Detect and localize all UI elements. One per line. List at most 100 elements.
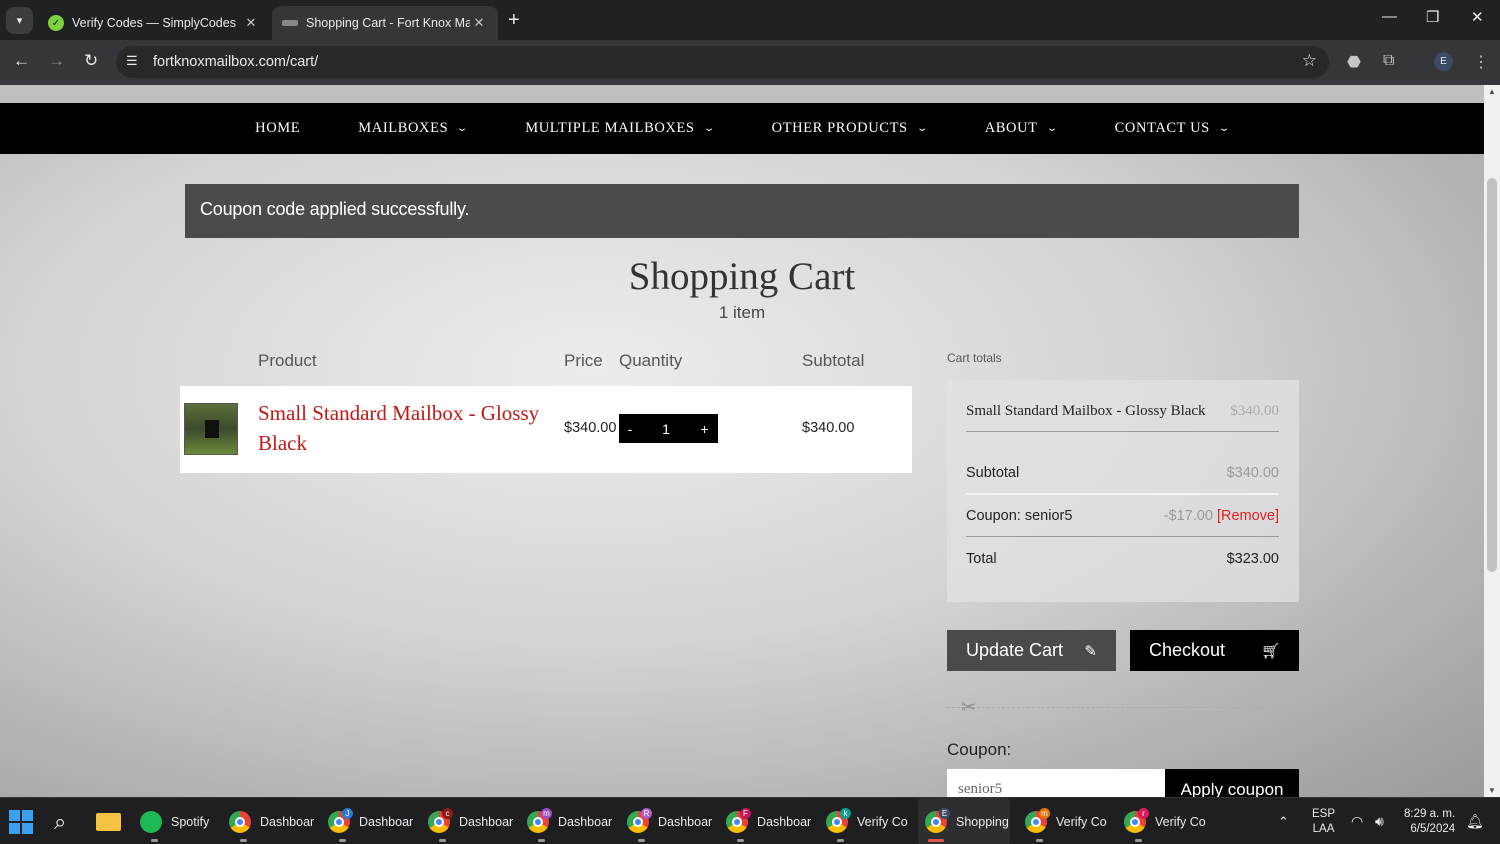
start-button[interactable] <box>9 798 33 844</box>
wifi-icon[interactable]: ◠ <box>1351 798 1363 844</box>
taskbar-app-chrome[interactable]: R Dashboar <box>627 798 712 844</box>
profile-badge: m <box>541 807 552 819</box>
address-bar[interactable]: ☰ fortknoxmailbox.com/cart/ ☆ <box>116 46 1329 78</box>
taskbar-app-chrome[interactable]: k Verify Co <box>826 798 911 844</box>
chrome-icon: F <box>726 807 751 833</box>
site-info-icon[interactable]: ☰ <box>126 53 138 69</box>
nav-about[interactable]: ABOUT ⌄ <box>956 120 1086 137</box>
tab-title: Shopping Cart - Fort Knox Mail <box>306 16 470 30</box>
taskbar-app-label: Verify Co <box>857 814 908 829</box>
search-icon[interactable]: ⌕ <box>54 798 66 844</box>
taskbar-app-label: Verify Co <box>1155 814 1206 829</box>
item-count: 1 item <box>718 303 766 322</box>
product-thumbnail[interactable] <box>184 403 238 455</box>
clock-time: 8:29 a. m. <box>1404 807 1456 820</box>
taskbar-app-chrome[interactable]: J Dashboar <box>328 798 413 844</box>
taskbar-app-chrome[interactable]: m Verify Co <box>1025 798 1110 844</box>
remove-coupon-link[interactable]: [Remove] <box>1217 508 1279 524</box>
taskbar-app-chrome[interactable]: Dashboar <box>229 798 314 844</box>
nav-label: CONTACT US <box>1114 120 1210 136</box>
clock[interactable]: 8:29 a. m. 6/5/2024 <box>1404 798 1455 844</box>
fortknox-favicon-icon <box>282 20 298 26</box>
taskbar-app-chrome[interactable]: F Dashboar <box>726 798 811 844</box>
nav-multiple-mailboxes[interactable]: MULTIPLE MAILBOXES ⌄ <box>496 120 742 137</box>
totals-product-row: Small Standard Mailbox - Glossy Black $3… <box>966 403 1279 420</box>
checkout-label: Checkout <box>1149 640 1226 660</box>
coupon-label: Coupon: <box>947 740 1012 759</box>
scroll-down-icon[interactable]: ▼ <box>1488 786 1496 795</box>
chevron-down-icon: ⌄ <box>915 123 929 134</box>
language-code: ESP <box>1312 807 1336 820</box>
taskbar-app-chrome[interactable]: r Verify Co <box>1124 798 1209 844</box>
coupon-notice: Coupon code applied successfully. <box>185 184 1299 238</box>
taskbar-app-label: Shopping <box>956 814 1009 829</box>
new-tab-icon[interactable]: + <box>508 9 520 32</box>
apply-coupon-button[interactable]: Apply coupon <box>1165 769 1299 797</box>
scroll-up-icon[interactable]: ▲ <box>1488 87 1496 96</box>
page-content: HOME MAILBOXES ⌄ MULTIPLE MAILBOXES ⌄ OTHE… <box>0 85 1484 797</box>
taskbar-app-label: Dashboar <box>558 814 613 829</box>
close-window-icon[interactable]: ✕ <box>1471 8 1484 26</box>
row-subtotal: $340.00 <box>802 420 855 436</box>
coupon-discount: -$17.00 <box>1163 508 1213 524</box>
header-strip <box>0 85 1484 103</box>
qty-increase-button[interactable]: + <box>691 421 718 437</box>
url-text[interactable]: fortknoxmailbox.com/cart/ <box>153 54 318 70</box>
row-price: $340.00 <box>564 420 617 436</box>
restore-icon[interactable]: ❐ <box>1426 8 1439 26</box>
chevron-down-icon: ⌄ <box>456 123 470 134</box>
taskbar-app-label: Dashboar <box>757 814 812 829</box>
nav-contact-us[interactable]: CONTACT US ⌄ <box>1086 120 1258 137</box>
update-cart-button[interactable]: Update Cart ✎ <box>947 630 1116 671</box>
coupon-input[interactable]: senior5 <box>947 769 1165 797</box>
extension-icon[interactable]: ⬣ <box>1347 52 1361 72</box>
tab-verify-codes[interactable]: ✓ Verify Codes — SimplyCodes ✕ <box>38 6 270 40</box>
taskbar-app-chrome[interactable]: c Dashboar <box>428 798 513 844</box>
chrome-icon: J <box>328 807 353 833</box>
file-explorer-icon[interactable] <box>96 798 121 844</box>
close-tab-icon[interactable]: ✕ <box>242 15 260 31</box>
menu-kebab-icon[interactable]: ⋮ <box>1473 52 1489 72</box>
taskbar-app-chrome[interactable]: m Dashboar <box>527 798 612 844</box>
chrome-icon: r <box>1124 807 1149 833</box>
notifications-icon[interactable]: 🔔︎ <box>1466 798 1484 844</box>
qty-input[interactable]: 1 <box>641 421 691 437</box>
taskbar-app-chrome-active[interactable]: E Shopping <box>918 798 1010 844</box>
product-link[interactable]: Small Standard Mailbox - Glossy Black <box>258 398 558 458</box>
scissors-icon: ✂ <box>961 697 977 717</box>
header-subtotal: Subtotal <box>802 351 865 370</box>
cart-row: Small Standard Mailbox - Glossy Black $3… <box>180 386 912 473</box>
nav-other-products[interactable]: OTHER PRODUCTS ⌄ <box>743 120 956 137</box>
qty-decrease-button[interactable]: - <box>619 421 641 437</box>
subtotal-label: Subtotal <box>966 465 1020 481</box>
update-cart-label: Update Cart <box>966 640 1064 660</box>
profile-badge: R <box>641 807 652 819</box>
page-title: Shopping Cart <box>628 255 856 298</box>
taskbar-app-spotify[interactable]: Spotify <box>140 798 215 844</box>
subtotal-value: $340.00 <box>1226 465 1279 481</box>
forward-icon[interactable]: → <box>48 51 65 71</box>
minimize-icon[interactable]: — <box>1382 8 1397 25</box>
profile-avatar[interactable]: E <box>1434 52 1453 71</box>
extensions-puzzle-icon[interactable]: ⧉ <box>1383 52 1394 70</box>
divider <box>966 431 1279 432</box>
nav-home[interactable]: HOME <box>226 120 329 137</box>
nav-mailboxes[interactable]: MAILBOXES ⌄ <box>329 120 496 137</box>
close-tab-icon[interactable]: ✕ <box>470 15 488 31</box>
volume-icon[interactable]: 🔊︎ <box>1375 798 1384 844</box>
bookmark-star-icon[interactable]: ☆ <box>1302 51 1317 71</box>
tab-shopping-cart[interactable]: Shopping Cart - Fort Knox Mail ✕ <box>272 6 498 40</box>
chrome-icon: m <box>527 807 552 833</box>
tab-search-button[interactable]: ▾ <box>6 7 33 34</box>
show-hidden-icons-chevron-icon[interactable]: ⌃ <box>1278 798 1289 844</box>
profile-badge: F <box>740 807 751 819</box>
clock-date: 6/5/2024 <box>1410 822 1456 835</box>
page-scrollbar[interactable]: ▲ ▼ <box>1484 85 1500 797</box>
scroll-thumb[interactable] <box>1487 178 1497 572</box>
profile-badge: m <box>1039 807 1050 819</box>
back-icon[interactable]: ← <box>13 51 30 71</box>
reload-icon[interactable]: ↻ <box>84 51 98 71</box>
checkout-button[interactable]: Checkout 🛒︎ <box>1130 630 1299 671</box>
input-language[interactable]: ESP LAA <box>1312 798 1335 844</box>
nav-label: HOME <box>255 120 301 136</box>
